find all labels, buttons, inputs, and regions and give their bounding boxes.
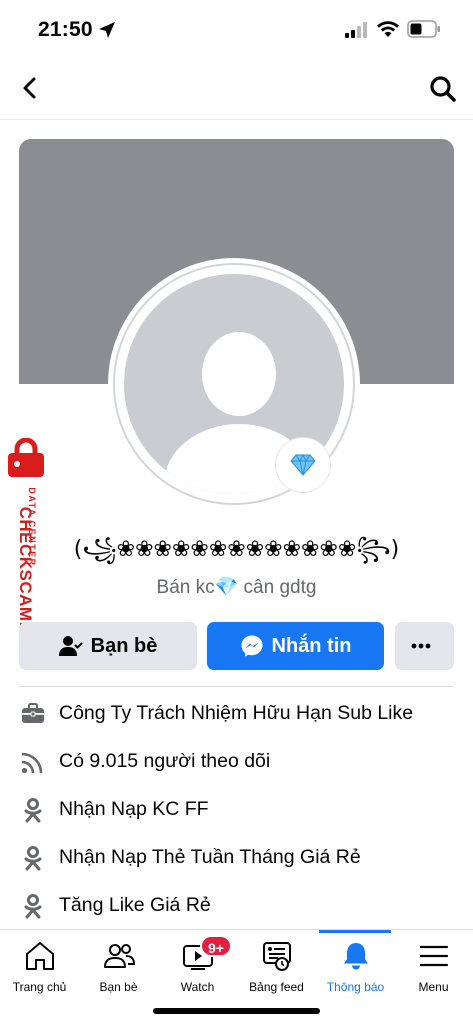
info-item-ok-3[interactable]: Tăng Like Giá Rẻ [0, 882, 473, 930]
messenger-icon [241, 635, 262, 657]
profile-actions: Bạn bè Nhắn tin [19, 622, 454, 670]
tab-label: Watch [180, 980, 215, 994]
friends-button-label: Bạn bè [90, 634, 158, 657]
tab-label: Trang chủ [12, 980, 67, 994]
info-item-workplace[interactable]: Công Ty Trách Nhiệm Hữu Hạn Sub Like [0, 690, 473, 738]
tab-friends[interactable]: Bạn bè [79, 930, 158, 1000]
tab-feed[interactable]: Bảng feed [237, 930, 316, 1000]
tab-notifications[interactable]: Thông báo [316, 930, 395, 1000]
info-item-followers[interactable]: Có 9.015 người theo dõi [0, 738, 473, 786]
tab-label: Thông báo [326, 980, 385, 994]
ok-icon [24, 798, 42, 823]
top-navigation [0, 62, 473, 120]
ok-icon [24, 894, 42, 919]
watch-notification-badge: 9+ [200, 935, 232, 957]
more-options-button[interactable] [395, 622, 454, 670]
followers-icon [21, 752, 43, 774]
info-text: Nhận Nạp Thẻ Tuần Tháng Giá Rẻ [59, 846, 361, 868]
info-text: Tăng Like Giá Rẻ [59, 894, 211, 916]
message-button-label: Nhắn tin [271, 634, 352, 657]
battery-icon [407, 20, 440, 38]
message-button[interactable]: Nhắn tin [207, 622, 384, 670]
home-icon [25, 942, 54, 970]
tab-label: Menu [418, 980, 449, 994]
search-icon[interactable] [428, 74, 458, 104]
status-time: 21:50 [38, 18, 93, 41]
bell-icon [343, 943, 368, 970]
profile-name: (꧁❀❀❀❀❀❀❀❀❀❀❀❀❀꧂) [73, 537, 400, 562]
diamond-icon [290, 454, 316, 476]
friends-icon [103, 944, 135, 968]
feed-icon [262, 942, 291, 971]
status-bar: 21:50 [0, 0, 473, 60]
info-text: Nhận Nạp KC FF [59, 798, 209, 820]
home-indicator[interactable] [153, 1008, 320, 1014]
diamond-badge[interactable] [276, 438, 330, 492]
briefcase-icon [22, 703, 44, 723]
padlock-icon [8, 438, 44, 477]
more-dots-icon [411, 643, 430, 649]
info-text: Có 9.015 người theo dõi [59, 750, 271, 772]
friends-button[interactable]: Bạn bè [19, 622, 197, 670]
info-item-ok-2[interactable]: Nhận Nạp Thẻ Tuần Tháng Giá Rẻ [0, 834, 473, 882]
tab-label: Bạn bè [99, 980, 138, 994]
info-item-ok-1[interactable]: Nhận Nạp KC FF [0, 786, 473, 834]
ok-icon [24, 846, 42, 871]
tab-menu[interactable]: Menu [394, 930, 473, 1000]
wifi-icon [377, 21, 399, 37]
section-divider [19, 686, 454, 687]
location-arrow-icon [99, 22, 115, 38]
tab-label: Bảng feed [249, 980, 304, 994]
info-text: Công Ty Trách Nhiệm Hữu Hạn Sub Like [59, 702, 414, 724]
menu-icon [419, 945, 448, 967]
cellular-signal-icon [345, 22, 367, 38]
back-arrow-icon[interactable] [16, 74, 44, 102]
tab-home[interactable]: Trang chủ [0, 930, 79, 1000]
profile-bio: Bán kc💎 cân gdtg [156, 577, 317, 598]
friend-check-icon [58, 636, 83, 656]
